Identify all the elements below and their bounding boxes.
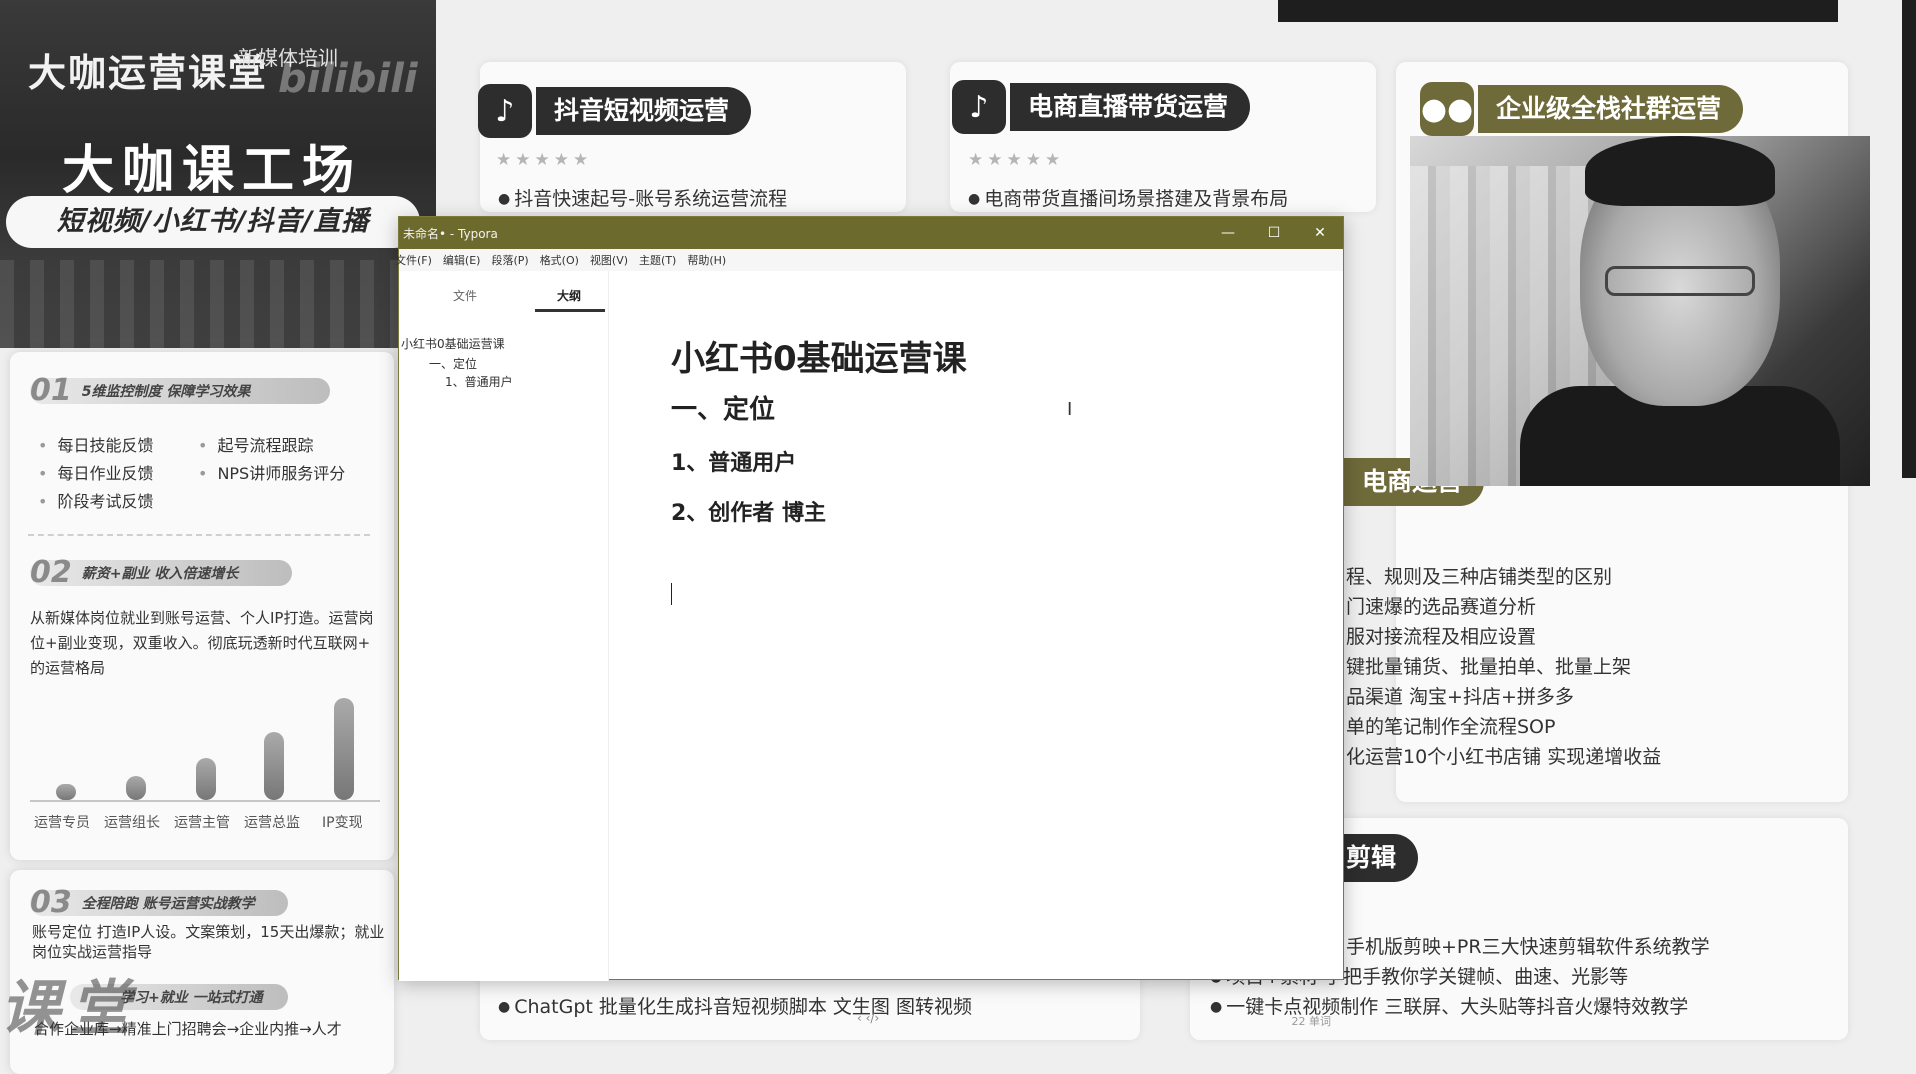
course-title: 企业级全栈社群运营: [1478, 85, 1744, 133]
doc-heading-2[interactable]: 一、定位: [671, 389, 775, 426]
webcam-feed: [1410, 136, 1870, 486]
course-header-ecom-live: ♪ 电商直播带货运营: [952, 80, 1251, 134]
doc-heading-3[interactable]: 1、普通用户: [671, 445, 796, 477]
promo-banner: 大咖运营课堂 新媒体培训 bilibili 大咖课工场 短视频/小红书/抖音/直…: [0, 0, 436, 348]
doc-heading-1[interactable]: 小红书0基础运营课: [671, 331, 967, 380]
course-line: 手机版剪映+PR三大快速剪辑软件系统教学: [1346, 936, 1710, 958]
section-divider: [28, 534, 370, 536]
top-dark-bar: [1278, 0, 1838, 22]
salary-bar: [264, 732, 284, 800]
course-line: 品渠道 淘宝+抖店+拼多多: [1346, 686, 1574, 708]
section-4-description: 合作企业库→精准上门招聘会→企业内推→人才: [34, 1020, 342, 1038]
bar-label: IP变现: [322, 815, 363, 831]
list-item: NPS讲师服务评分: [198, 460, 345, 484]
right-dark-strip: [1902, 0, 1916, 478]
rating-stars: ★★★★★: [496, 150, 593, 170]
source-toggle[interactable]: ‹ ‹/›: [857, 1011, 879, 1025]
list-item: 起号流程跟踪: [198, 432, 313, 456]
section-2-description: 从新媒体岗位就业到账号运营、个人IP打造。运营岗位+副业变现，双重收入。彻底玩透…: [30, 609, 374, 677]
tab-outline[interactable]: 大纲: [557, 287, 581, 304]
course-line: 化运营10个小红书店铺 实现递增收益: [1346, 746, 1662, 768]
salary-bar: [334, 698, 354, 800]
course-title: 电商直播带货运营: [1010, 83, 1251, 131]
section-2-number: 02: [30, 555, 72, 590]
bar-label: 运营总监: [244, 815, 300, 831]
banner-background-photo: [0, 260, 436, 348]
outline-item[interactable]: 1、普通用户: [445, 373, 513, 390]
tab-files[interactable]: 文件: [453, 287, 477, 304]
maximize-icon[interactable]: ☐: [1251, 217, 1297, 249]
section-2-title: 薪资+副业 收入倍速增长: [81, 566, 239, 582]
course-title: 抖音短视频运营: [536, 87, 752, 135]
menu-edit[interactable]: 编辑(E): [443, 252, 481, 268]
wechat-icon: ●●: [1420, 82, 1474, 136]
glasses: [1605, 266, 1755, 296]
section-3-title: 全程陪跑 账号运营实战教学: [81, 896, 255, 912]
salary-bar: [56, 784, 76, 800]
course-line: ChatGpt 批量化生成抖音短视频脚本 文生图 图转视频: [498, 992, 972, 1019]
salary-bar: [196, 758, 216, 800]
menu-paragraph[interactable]: 段落(P): [491, 252, 528, 268]
menu-format[interactable]: 格式(O): [540, 252, 579, 268]
close-icon[interactable]: ✕: [1297, 217, 1343, 249]
course-line: 键批量铺货、批量拍单、批量上架: [1346, 656, 1632, 678]
section-1-title: 5维监控制度 保障学习效果: [81, 384, 251, 400]
menu-view[interactable]: 视图(V): [590, 252, 628, 268]
course-line: 程、规则及三种店铺类型的区别: [1346, 566, 1613, 588]
course-header-douyin: ♪ 抖音短视频运营: [478, 84, 752, 138]
course-line: 一键卡点视频制作 三联屏、大头贴等抖音火爆特效教学: [1210, 992, 1688, 1019]
doc-heading-3[interactable]: 2、创作者 博主: [671, 495, 826, 527]
section-4-title: 学习+就业 一站式打通: [120, 990, 263, 1006]
section-1-number: 01: [30, 373, 72, 408]
section-3-header: 03 全程陪跑 账号运营实战教学: [30, 885, 288, 920]
minimize-icon[interactable]: —: [1205, 217, 1251, 249]
window-titlebar[interactable]: 未命名• - Typora — ☐ ✕: [399, 217, 1343, 249]
text-cursor: [671, 583, 672, 605]
menu-bar: 文件(F) 编辑(E) 段落(P) 格式(O) 视图(V) 主题(T) 帮助(H…: [395, 249, 1343, 271]
outline-item[interactable]: 小红书0基础运营课: [401, 335, 505, 352]
section-3-description: 账号定位 打造IP人设。文案策划，15天出爆款；就业岗位实战运营指导: [32, 923, 385, 961]
course-line: 门速爆的选品赛道分析: [1346, 596, 1537, 618]
course-header-community: ●● 企业级全栈社群运营: [1420, 82, 1744, 136]
salary-bar: [126, 776, 146, 800]
list-item: 阶段考试反馈: [38, 488, 153, 512]
section-1-header: 01 5维监控制度 保障学习效果: [30, 373, 330, 408]
word-count[interactable]: 22 单词: [1292, 1013, 1332, 1029]
course-line: 单的笔记制作全流程SOP: [1346, 716, 1556, 738]
chart-axis: [30, 800, 380, 802]
menu-file[interactable]: 文件(F): [395, 252, 432, 268]
outline-item[interactable]: 一、定位: [429, 355, 477, 372]
bar-label: 运营组长: [104, 815, 160, 831]
bilibili-logo: bilibili: [278, 56, 418, 102]
bar-label: 运营专员: [34, 815, 90, 831]
banner-tags: 短视频/小红书/抖音/直播: [6, 196, 420, 248]
tiktok-icon: ♪: [478, 84, 532, 138]
sidebar: 文件 大纲 小红书0基础运营课 一、定位 1、普通用户: [399, 271, 609, 981]
presenter-hair: [1585, 136, 1775, 206]
section-3-number: 03: [30, 885, 72, 920]
list-item: 每日技能反馈: [38, 432, 153, 456]
menu-theme[interactable]: 主题(T): [639, 252, 676, 268]
course-line: 服对接流程及相应设置: [1346, 626, 1537, 648]
banner-title: 大咖课工场: [62, 141, 363, 201]
brand-name: 大咖运营课堂: [28, 51, 269, 95]
ibeam-cursor-icon: I: [1067, 399, 1073, 420]
section-2-header: 02 薪资+副业 收入倍速增长: [30, 555, 292, 590]
editor-area[interactable]: 小红书0基础运营课 一、定位 1、普通用户 2、创作者 博主 I ‹ ‹/› 2…: [609, 271, 1345, 1028]
bar-label: 运营主管: [174, 815, 230, 831]
active-tab-indicator: [535, 309, 605, 312]
window-title: 未命名• - Typora: [403, 226, 498, 241]
typora-window[interactable]: 未命名• - Typora — ☐ ✕ 文件(F) 编辑(E) 段落(P) 格式…: [395, 216, 1345, 1028]
course-line: 抖音快速起号-账号系统运营流程: [498, 184, 787, 211]
tiktok-icon: ♪: [952, 80, 1006, 134]
list-item: 每日作业反馈: [38, 460, 153, 484]
menu-help[interactable]: 帮助(H): [687, 252, 726, 268]
course-line: 电商带货直播间场景搭建及背景布局: [968, 184, 1288, 211]
rating-stars: ★★★★★: [968, 150, 1065, 170]
